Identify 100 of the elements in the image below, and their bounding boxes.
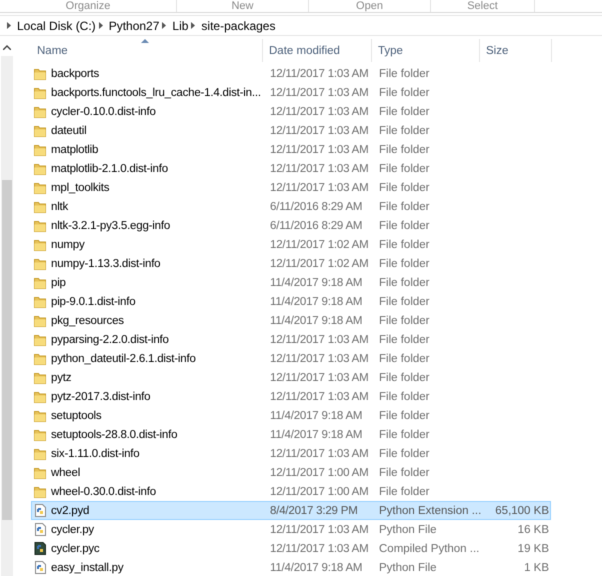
file-row[interactable]: nltk 6/11/2016 8:29 AM File folder [31, 197, 551, 216]
file-row[interactable]: wheel 12/11/2017 1:00 AM File folder [31, 463, 551, 482]
file-date: 12/11/2017 1:03 AM [269, 68, 370, 80]
scrollbar-track[interactable] [1, 56, 13, 576]
file-row[interactable]: cv2.pyd 8/4/2017 3:29 PM Python Extension ... 65,100 KB [31, 501, 551, 520]
scroll-up-icon[interactable] [3, 45, 11, 50]
file-row[interactable]: pip-9.0.1.dist-info 11/4/2017 9:18 AM File folder [31, 292, 551, 311]
file-row[interactable]: cycler-0.10.0.dist-info 12/11/2017 1:03 AM File folder [31, 102, 551, 121]
file-name: six-1.11.0.dist-info [51, 448, 140, 460]
file-row[interactable]: setuptools 11/4/2017 9:18 AM File folder [31, 406, 551, 425]
file-name: pytz [51, 372, 72, 384]
folder-icon [34, 219, 46, 232]
file-date: 12/11/2017 1:03 AM [269, 106, 370, 118]
breadcrumb-item[interactable]: Lib [172, 18, 188, 32]
file-type: File folder [378, 334, 430, 346]
file-date: 12/11/2017 1:03 AM [269, 334, 370, 346]
file-name: wheel [51, 466, 80, 478]
file-row[interactable]: numpy 12/11/2017 1:02 AM File folder [31, 235, 551, 254]
file-type: File folder [378, 372, 430, 384]
file-row[interactable]: dateutil 12/11/2017 1:03 AM File folder [31, 121, 551, 140]
file-name: cycler.py [51, 524, 94, 536]
file-row[interactable]: backports.functools_lru_cache-1.4.dist-in... 12/11/2017 1:03 AM File folder [31, 83, 551, 102]
file-date: 12/11/2017 1:03 AM [269, 352, 370, 364]
file-name: pyparsing-2.2.0.dist-info [51, 334, 169, 346]
file-name: pytz-2017.3.dist-info [51, 390, 150, 402]
ribbon-group-label: Select [467, 0, 498, 12]
file-name: setuptools [51, 410, 102, 422]
chevron-icon[interactable] [7, 22, 11, 29]
chevron-icon[interactable] [191, 22, 196, 29]
file-type: Python Extension ... [378, 504, 481, 516]
file-row[interactable]: six-1.11.0.dist-info 12/11/2017 1:03 AM File folder [31, 444, 551, 463]
file-size: 65,100 KB [494, 504, 549, 516]
file-type: File folder [378, 220, 430, 232]
chevron-icon[interactable] [98, 22, 103, 29]
file-type: Python File [378, 524, 438, 536]
column-header[interactable]: Type [372, 39, 480, 62]
file-row[interactable]: matplotlib-2.1.0.dist-info 12/11/2017 1:03 AM File folder [31, 159, 551, 178]
file-type: File folder [378, 276, 430, 288]
file-name: pkg_resources [51, 314, 124, 326]
file-name: backports [51, 68, 100, 80]
file-date: 11/4/2017 9:18 AM [269, 562, 364, 574]
column-header[interactable]: Size [480, 39, 552, 62]
breadcrumb-item[interactable]: Local Disk (C:) [17, 18, 96, 32]
breadcrumb-item[interactable]: site-packages [201, 18, 276, 32]
file-type: File folder [378, 68, 430, 80]
file-type: File folder [378, 314, 430, 326]
column-header[interactable]: Date modified [263, 39, 372, 62]
file-date: 11/4/2017 9:18 AM [269, 296, 364, 308]
folder-icon [34, 428, 46, 441]
file-row[interactable]: matplotlib 12/11/2017 1:03 AM File folder [31, 140, 551, 159]
file-row[interactable]: cycler.py 12/11/2017 1:03 AM Python File 16 KB [31, 520, 551, 539]
file-row[interactable]: easy_install.py 11/4/2017 9:18 AM Python File 1 KB [31, 558, 551, 576]
file-row[interactable]: mpl_toolkits 12/11/2017 1:03 AM File folder [31, 178, 551, 197]
file-type: File folder [378, 410, 430, 422]
file-date: 6/11/2016 8:29 AM [269, 220, 364, 232]
file-type: File folder [378, 390, 430, 402]
file-row[interactable]: pip 11/4/2017 9:18 AM File folder [31, 273, 551, 292]
folder-icon [34, 390, 46, 403]
breadcrumb-item[interactable]: Python27 [108, 18, 160, 32]
file-date: 11/4/2017 9:18 AM [269, 428, 364, 440]
python-file-icon [34, 561, 46, 574]
file-row[interactable]: python_dateutil-2.6.1.dist-info 12/11/2017 1:03 AM File folder [31, 349, 551, 368]
file-type: File folder [378, 428, 430, 440]
file-type: File folder [378, 448, 430, 460]
python-file-icon [34, 504, 46, 517]
chevron-icon[interactable] [162, 22, 166, 29]
file-row[interactable]: wheel-0.30.0.dist-info 12/11/2017 1:00 AM File folder [31, 482, 551, 501]
file-type: File folder [378, 238, 430, 250]
file-date: 12/11/2017 1:03 AM [269, 124, 370, 136]
folder-icon [34, 447, 46, 460]
file-row[interactable]: pyparsing-2.2.0.dist-info 12/11/2017 1:03 AM File folder [31, 330, 551, 349]
file-row[interactable]: cycler.pyc 12/11/2017 1:03 AM Compiled Python ... 19 KB [31, 539, 551, 558]
file-row[interactable]: numpy-1.13.3.dist-info 12/11/2017 1:02 AM File folder [31, 254, 551, 273]
folder-icon [34, 143, 46, 156]
column-header[interactable]: Name [31, 39, 263, 62]
folder-icon [34, 67, 46, 80]
file-date: 12/11/2017 1:03 AM [269, 448, 370, 460]
file-name: wheel-0.30.0.dist-info [51, 486, 156, 498]
file-name: dateutil [51, 124, 86, 136]
file-name: pip-9.0.1.dist-info [51, 296, 136, 308]
file-date: 12/11/2017 1:03 AM [269, 162, 370, 174]
file-name: cycler.pyc [51, 542, 100, 554]
folder-icon [34, 485, 46, 498]
file-row[interactable]: nltk-3.2.1-py3.5.egg-info 6/11/2016 8:29 AM File folder [31, 216, 551, 235]
python-file-icon [34, 523, 46, 536]
file-row[interactable]: backports 12/11/2017 1:03 AM File folder [31, 64, 551, 83]
file-row[interactable]: setuptools-28.8.0.dist-info 11/4/2017 9:18 AM File folder [31, 425, 551, 444]
folder-icon [34, 466, 46, 479]
ribbon-group-label: New [231, 0, 254, 12]
file-row[interactable]: pytz-2017.3.dist-info 12/11/2017 1:03 AM File folder [31, 387, 551, 406]
file-row[interactable]: pkg_resources 11/4/2017 9:18 AM File folder [31, 311, 551, 330]
file-type: File folder [378, 106, 430, 118]
file-name: pip [51, 276, 66, 288]
file-date: 11/4/2017 9:18 AM [269, 314, 364, 326]
file-row[interactable]: pytz 12/11/2017 1:03 AM File folder [31, 368, 551, 387]
folder-icon [34, 105, 46, 118]
file-type: Python File [378, 562, 438, 574]
file-date: 6/11/2016 8:29 AM [269, 200, 364, 212]
scrollbar-thumb[interactable] [2, 180, 12, 520]
file-date: 12/11/2017 1:00 AM [269, 486, 370, 498]
